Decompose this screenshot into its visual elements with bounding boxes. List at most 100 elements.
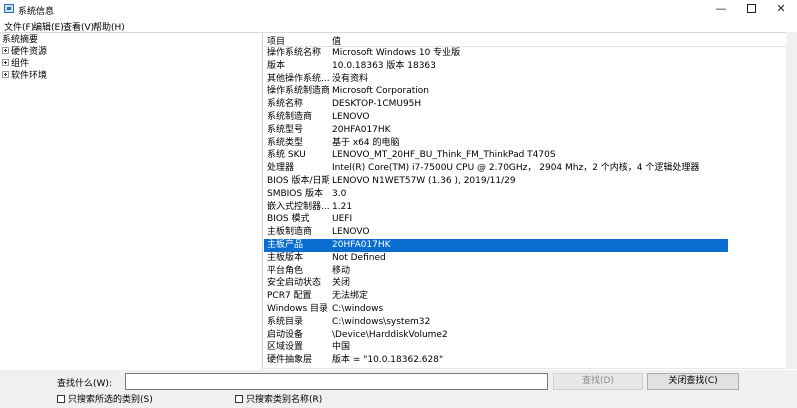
row-item: 版本 xyxy=(267,60,286,71)
table-row[interactable]: 主板制造商 LENOVO xyxy=(264,226,728,239)
content-panes: 系统摘要 硬件资源 组件 软件环境 项目 值 操作系统名称 Microsoft W… xyxy=(0,32,797,370)
row-item: 系统 SKU xyxy=(267,150,306,161)
row-item: 处理器 xyxy=(267,163,295,174)
row-item: 安全启动状态 xyxy=(267,278,322,289)
column-header-value[interactable]: 值 xyxy=(332,34,341,47)
row-item: 系统型号 xyxy=(267,124,304,135)
tree-item-system-summary[interactable]: 系统摘要 xyxy=(2,34,38,46)
table-row[interactable]: 启动设备 \Device\HarddiskVolume2 xyxy=(264,329,728,342)
tree-item-label: 硬件资源 xyxy=(11,47,48,57)
row-item: PCR7 配置 xyxy=(267,291,312,302)
row-value: Microsoft Corporation xyxy=(332,86,429,97)
row-value: 没有资料 xyxy=(332,73,369,84)
maximize-icon xyxy=(746,3,756,13)
row-item: BIOS 版本/日期 xyxy=(267,176,329,186)
row-value: LENOVO xyxy=(332,227,370,238)
table-row[interactable]: 操作系统名称 Microsoft Windows 10 专业版 xyxy=(264,47,728,60)
row-item: 嵌入式控制器... xyxy=(267,201,329,212)
details-list[interactable]: 项目 值 操作系统名称 Microsoft Windows 10 专业版 版本 10.… xyxy=(264,33,786,370)
row-value: 移动 xyxy=(332,265,351,276)
system-info-icon xyxy=(4,4,14,13)
row-item: 系统名称 xyxy=(267,99,304,110)
row-item: 平台角色 xyxy=(267,265,304,276)
tree-item-components[interactable]: 组件 xyxy=(2,58,29,70)
table-row[interactable]: 主板产品 20HFA017HK xyxy=(264,239,728,252)
table-row[interactable]: 区域设置 中国 xyxy=(264,341,728,354)
tree-item-hardware-resources[interactable]: 硬件资源 xyxy=(2,46,47,58)
table-row[interactable]: 平台角色 移动 xyxy=(264,265,728,278)
row-item: 硬件抽象层 xyxy=(267,355,313,366)
table-row[interactable]: 系统类型 基于 x64 的电脑 xyxy=(264,137,728,150)
row-item: 系统目录 xyxy=(267,316,304,327)
row-value: \Device\HarddiskVolume2 xyxy=(332,329,448,340)
table-row[interactable]: 系统目录 C:\windows\system32 xyxy=(264,316,728,329)
table-row[interactable]: SMBIOS 版本 3.0 xyxy=(264,188,728,201)
row-value: 1.21 xyxy=(332,201,353,212)
expand-icon[interactable] xyxy=(2,47,9,54)
find-button[interactable]: 查找(D) xyxy=(553,373,643,390)
tree-item-software-environment[interactable]: 软件环境 xyxy=(2,70,47,82)
tree-item-label: 组件 xyxy=(11,59,30,69)
table-row[interactable]: 操作系统制造商 Microsoft Corporation xyxy=(264,85,728,98)
table-row[interactable]: 其他操作系统... 没有资料 xyxy=(264,73,728,86)
checkbox-icon[interactable] xyxy=(235,394,243,403)
row-value: 中国 xyxy=(332,342,351,353)
table-row[interactable]: 版本 10.0.18363 版本 18363 xyxy=(264,60,728,73)
checkbox-icon[interactable] xyxy=(57,394,65,403)
minimize-button[interactable]: — xyxy=(706,0,736,18)
row-value: C:\windows xyxy=(332,304,384,314)
table-row[interactable]: 处理器 Intel(R) Core(TM) i7-7500U CPU @ 2.70… xyxy=(264,162,728,175)
title-bar: 系统信息 — ✕ xyxy=(0,0,797,18)
row-item: 启动设备 xyxy=(267,329,304,340)
row-value: 20HFA017HK xyxy=(332,240,391,250)
row-item: BIOS 模式 xyxy=(267,214,310,225)
table-row[interactable]: 主板版本 Not Defined xyxy=(264,252,728,265)
search-category-names-checkbox[interactable]: 只搜索类别名称(R) xyxy=(235,394,322,406)
row-item: Windows 目录 xyxy=(267,304,329,314)
row-value: 20HFA017HK xyxy=(332,124,391,135)
row-value: 3.0 xyxy=(332,188,347,199)
row-item: 系统制造商 xyxy=(267,112,313,122)
row-value: 版本 = "10.0.18362.628" xyxy=(332,355,444,366)
search-selected-category-checkbox[interactable]: 只搜索所选的类别(S) xyxy=(57,394,153,406)
row-value: Not Defined xyxy=(332,252,386,263)
find-bar: 查找什么(W): 查找(D) 关闭查找(C) 只搜索所选的类别(S) 只搜索类别… xyxy=(0,370,797,408)
category-tree[interactable]: 系统摘要 硬件资源 组件 软件环境 xyxy=(0,33,263,370)
table-row[interactable]: BIOS 版本/日期 LENOVO N1WET57W (1.36 ), 2019/… xyxy=(264,175,728,188)
expand-icon[interactable] xyxy=(2,71,9,78)
find-input[interactable] xyxy=(125,373,548,390)
expand-icon[interactable] xyxy=(2,59,9,66)
row-value: UEFI xyxy=(332,214,353,225)
row-value: LENOVO N1WET57W (1.36 ), 2019/11/29 xyxy=(332,176,516,186)
table-row[interactable]: 系统制造商 LENOVO xyxy=(264,111,728,124)
menu-bar: 文件(F) 编辑(E) 查看(V) 帮助(H) xyxy=(0,18,797,33)
row-value: LENOVO_MT_20HF_BU_Think_FM_ThinkPad T470… xyxy=(332,150,556,161)
table-row[interactable]: 安全启动状态 关闭 xyxy=(264,277,728,290)
vertical-scrollbar[interactable] xyxy=(786,32,797,369)
find-label: 查找什么(W): xyxy=(57,379,112,389)
close-find-button[interactable]: 关闭查找(C) xyxy=(647,373,739,390)
table-row[interactable]: 系统 SKU LENOVO_MT_20HF_BU_Think_FM_ThinkPa… xyxy=(264,149,728,162)
row-value: DESKTOP-1CMU95H xyxy=(332,99,422,110)
table-row[interactable]: BIOS 模式 UEFI xyxy=(264,213,728,226)
table-row[interactable]: 系统名称 DESKTOP-1CMU95H xyxy=(264,98,728,111)
row-value: 10.0.18363 版本 18363 xyxy=(332,60,436,71)
table-row[interactable]: 嵌入式控制器... 1.21 xyxy=(264,201,728,214)
table-row[interactable]: PCR7 配置 无法绑定 xyxy=(264,290,728,303)
checkbox-label: 只搜索类别名称(R) xyxy=(246,395,323,405)
row-item: 主板产品 xyxy=(267,240,304,250)
row-value: LENOVO xyxy=(332,112,370,122)
table-row[interactable]: Windows 目录 C:\windows xyxy=(264,303,728,316)
close-button[interactable]: ✕ xyxy=(766,0,796,18)
table-row[interactable]: 硬件抽象层 版本 = "10.0.18362.628" xyxy=(264,354,728,367)
row-item: SMBIOS 版本 xyxy=(267,188,323,199)
row-value: 无法绑定 xyxy=(332,291,369,302)
row-item: 主板版本 xyxy=(267,252,304,263)
table-row[interactable]: 系统型号 20HFA017HK xyxy=(264,124,728,137)
window-title: 系统信息 xyxy=(18,7,55,17)
horizontal-divider xyxy=(264,368,786,369)
maximize-button[interactable] xyxy=(736,0,766,18)
tree-item-label: 系统摘要 xyxy=(2,35,39,45)
row-item: 区域设置 xyxy=(267,342,304,353)
column-header-item[interactable]: 项目 xyxy=(267,34,285,47)
